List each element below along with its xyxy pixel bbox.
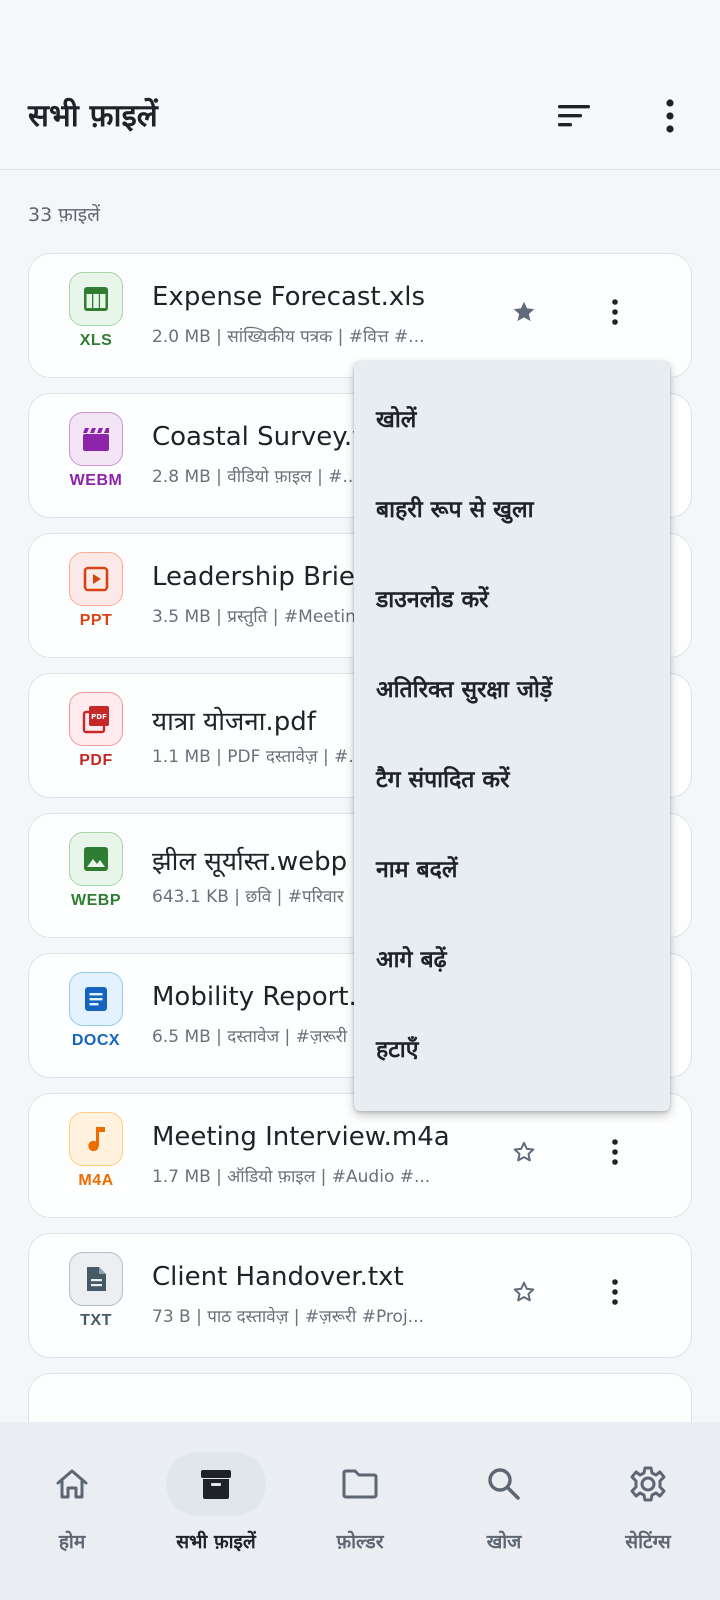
more-vertical-icon <box>666 99 674 133</box>
file-name: Meeting Interview.m4a <box>152 1122 450 1152</box>
document-icon <box>69 972 123 1026</box>
menu-item-rename[interactable]: नाम बदलें <box>354 823 670 913</box>
menu-item-download[interactable]: डाउनलोड करें <box>354 553 670 643</box>
menu-item-edit-tags[interactable]: टैग संपादित करें <box>354 733 670 823</box>
nav-folders[interactable]: फ़ोल्डर <box>288 1422 432 1600</box>
sort-button[interactable] <box>550 92 598 140</box>
bottom-navigation: होम सभी फ़ाइलें फ़ोल्डर खोज सेटिंग्स <box>0 1422 720 1600</box>
nav-label: होम <box>58 1531 86 1553</box>
sort-icon <box>558 105 590 127</box>
nav-label: सेटिंग्स <box>625 1531 671 1553</box>
file-meta: 1.7 MB | ऑडियो फ़ाइल | #Audio #... <box>152 1167 431 1187</box>
file-type-label: WEBM <box>69 472 123 489</box>
more-vertical-icon <box>612 299 618 325</box>
menu-item-add-security[interactable]: अतिरिक्त सुरक्षा जोड़ें <box>354 643 670 733</box>
file-meta: 2.0 MB | सांख्यिकीय पत्रक | #वित्त #... <box>152 327 425 347</box>
file-card[interactable]: TXT Client Handover.txt 73 B | पाठ दस्ता… <box>28 1233 692 1358</box>
file-type-label: WEBP <box>71 892 121 909</box>
folder-icon <box>310 1452 410 1516</box>
menu-item-open-external[interactable]: बाहरी रूप से खुला <box>354 463 670 553</box>
menu-item-delete[interactable]: हटाएँ <box>354 1003 670 1093</box>
pdf-icon: PDF <box>69 692 123 746</box>
file-name: यात्रा योजना.pdf <box>152 707 316 737</box>
archive-icon <box>166 1452 266 1516</box>
file-type-label: DOCX <box>71 1032 121 1049</box>
spreadsheet-icon <box>69 272 123 326</box>
nav-home[interactable]: होम <box>0 1422 144 1600</box>
nav-label: फ़ोल्डर <box>336 1531 384 1553</box>
more-vertical-icon <box>612 1279 618 1305</box>
image-icon <box>69 832 123 886</box>
file-count: 33 फ़ाइलें <box>28 204 100 226</box>
file-type-label: XLS <box>79 332 113 349</box>
file-card[interactable]: M4A Meeting Interview.m4a 1.7 MB | ऑडियो… <box>28 1093 692 1218</box>
slideshow-icon <box>69 552 123 606</box>
more-vertical-icon <box>612 1139 618 1165</box>
nav-settings[interactable]: सेटिंग्स <box>576 1422 720 1600</box>
nav-label: सभी फ़ाइलें <box>176 1531 256 1553</box>
file-type-label: TXT <box>80 1312 112 1329</box>
music-note-icon <box>69 1112 123 1166</box>
file-more-button[interactable] <box>595 292 635 332</box>
star-button[interactable] <box>507 1275 541 1309</box>
page-title: सभी फ़ाइलें <box>28 98 158 134</box>
overflow-menu-button[interactable] <box>646 92 694 140</box>
file-meta: 73 B | पाठ दस्तावेज़ | #ज़रूरी #Proj... <box>152 1307 424 1327</box>
nav-all-files[interactable]: सभी फ़ाइलें <box>144 1422 288 1600</box>
file-context-menu: खोलें बाहरी रूप से खुला डाउनलोड करें अति… <box>354 361 670 1111</box>
star-button[interactable] <box>507 1135 541 1169</box>
star-outline-icon <box>513 1281 535 1302</box>
file-more-button[interactable] <box>595 1272 635 1312</box>
app-header: सभी फ़ाइलें <box>0 0 720 170</box>
search-icon <box>454 1452 554 1516</box>
star-outline-icon <box>513 1141 535 1162</box>
file-more-button[interactable] <box>595 1132 635 1172</box>
video-icon <box>69 412 123 466</box>
menu-item-open[interactable]: खोलें <box>354 373 670 463</box>
file-name: झील सूर्यास्त.webp <box>152 847 348 877</box>
file-card[interactable]: XLS Expense Forecast.xls 2.0 MB | सांख्य… <box>28 253 692 378</box>
file-name: Expense Forecast.xls <box>152 282 426 312</box>
file-type-label: M4A <box>78 1172 114 1189</box>
nav-search[interactable]: खोज <box>432 1422 576 1600</box>
home-icon <box>22 1452 122 1516</box>
menu-item-move[interactable]: आगे बढ़ें <box>354 913 670 1003</box>
file-type-label: PDF <box>79 752 113 769</box>
file-name: Client Handover.txt <box>152 1262 404 1292</box>
star-button[interactable] <box>507 295 541 329</box>
svg-text:PDF: PDF <box>91 713 107 721</box>
gear-icon <box>598 1452 698 1516</box>
file-type-label: PPT <box>79 612 113 629</box>
star-filled-icon <box>513 301 535 322</box>
nav-label: खोज <box>486 1531 522 1553</box>
text-file-icon <box>69 1252 123 1306</box>
